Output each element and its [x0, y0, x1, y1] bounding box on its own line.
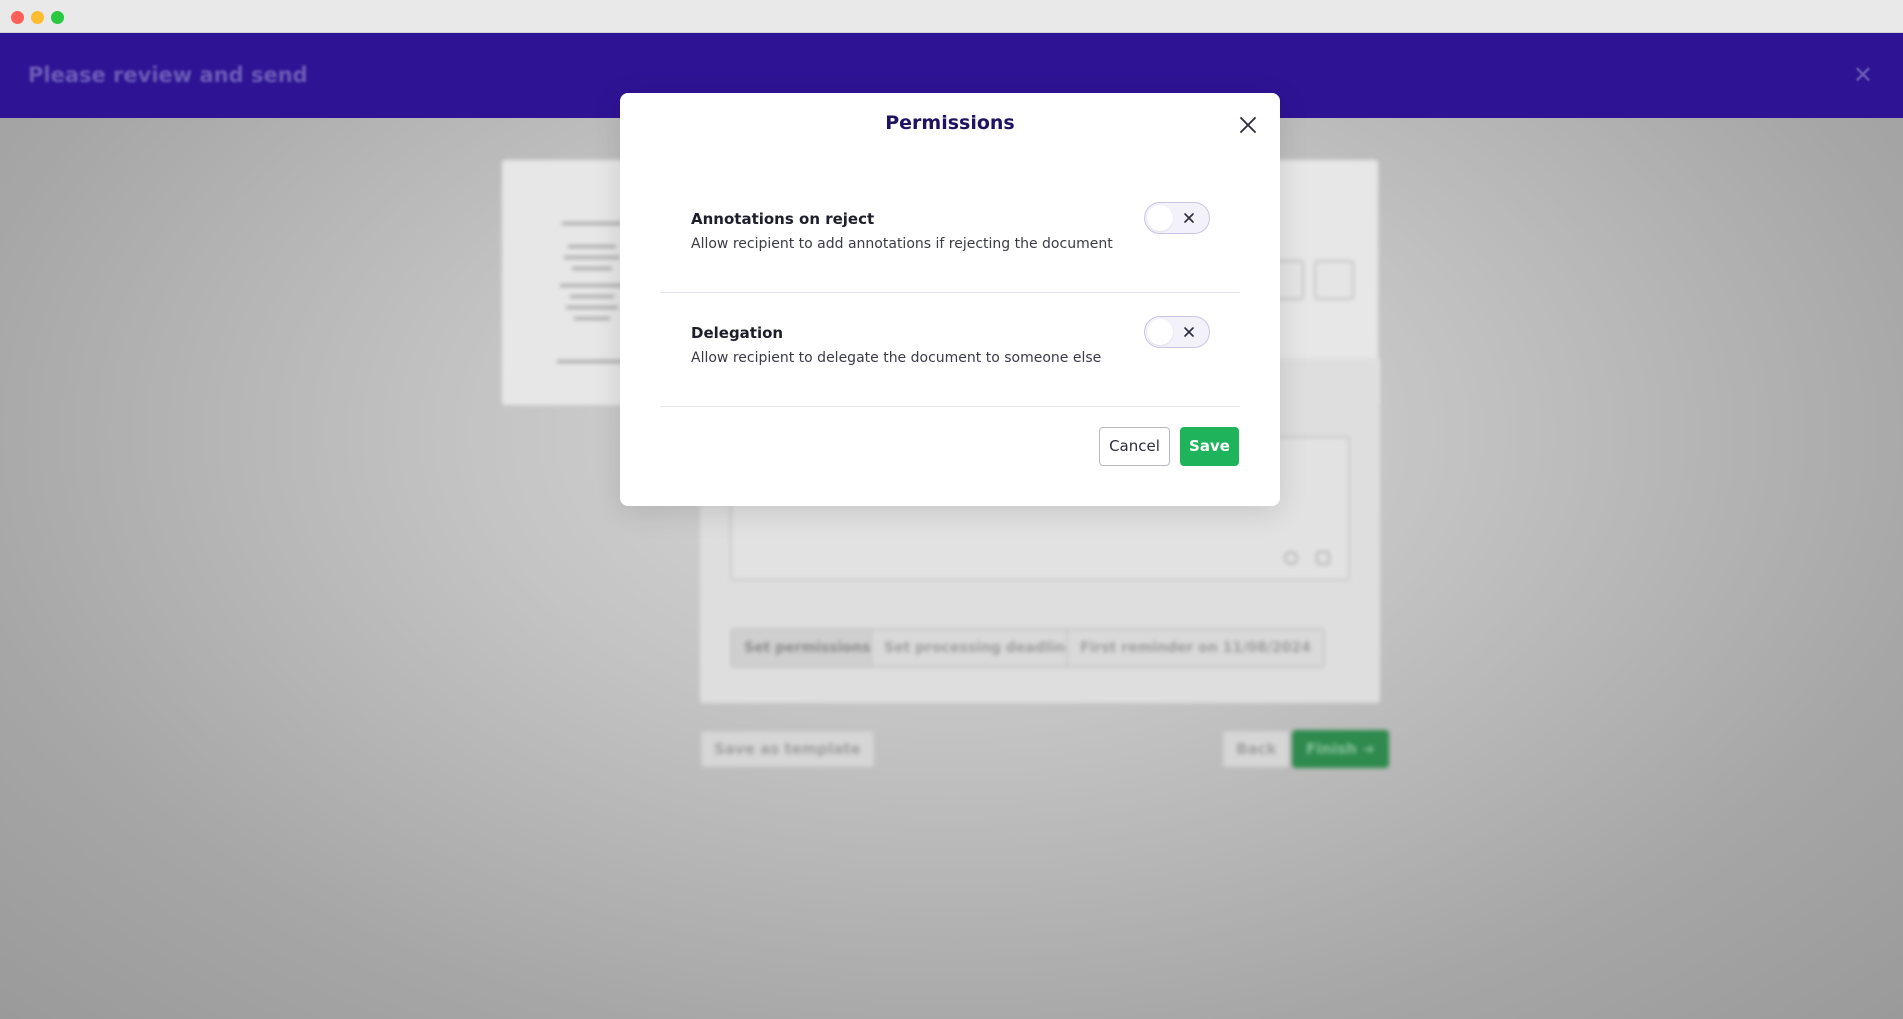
cancel-button[interactable]: Cancel: [1099, 427, 1170, 466]
attachment-icon: [1316, 551, 1330, 565]
permission-row-annotations: Annotations on reject Allow recipient to…: [660, 178, 1240, 293]
page-title: Please review and send: [28, 63, 308, 87]
permission-description: Allow recipient to delegate the document…: [691, 350, 1102, 366]
permission-row-delegation: Delegation Allow recipient to delegate t…: [660, 292, 1240, 407]
permission-label: Annotations on reject: [691, 210, 875, 228]
save-button[interactable]: Save: [1180, 427, 1239, 466]
finish-label: Finish: [1306, 740, 1357, 758]
toggle-knob: [1147, 319, 1173, 345]
first-reminder-chip: First reminder on 11/08/2024: [1066, 628, 1325, 668]
comment-icon: [1314, 260, 1354, 300]
delegation-toggle[interactable]: [1144, 316, 1210, 348]
toggle-off-x-icon: [1181, 210, 1197, 226]
set-deadline-chip: Set processing deadline: [870, 628, 1088, 668]
arrow-right-circle-icon: ➜: [1362, 740, 1375, 758]
set-permissions-chip: Set permissions: [730, 628, 885, 668]
permission-description: Allow recipient to add annotations if re…: [691, 236, 1113, 252]
back-button: Back: [1222, 730, 1291, 768]
annotations-toggle[interactable]: [1144, 202, 1210, 234]
permission-label: Delegation: [691, 324, 784, 342]
emoji-icon: [1284, 551, 1298, 565]
close-icon[interactable]: [1238, 115, 1258, 135]
finish-button: Finish ➜: [1292, 730, 1389, 768]
window-close-dot[interactable]: [11, 11, 24, 24]
window-zoom-dot[interactable]: [51, 11, 64, 24]
window-minimize-dot[interactable]: [31, 11, 44, 24]
close-icon: ✕: [1852, 61, 1873, 89]
toggle-knob: [1147, 205, 1173, 231]
permissions-modal: Permissions Annotations on reject Allow …: [620, 93, 1280, 506]
save-as-template-button: Save as template: [700, 730, 875, 768]
window-titlebar: [0, 0, 1903, 33]
modal-title: Permissions: [885, 112, 1015, 134]
toggle-off-x-icon: [1181, 324, 1197, 340]
